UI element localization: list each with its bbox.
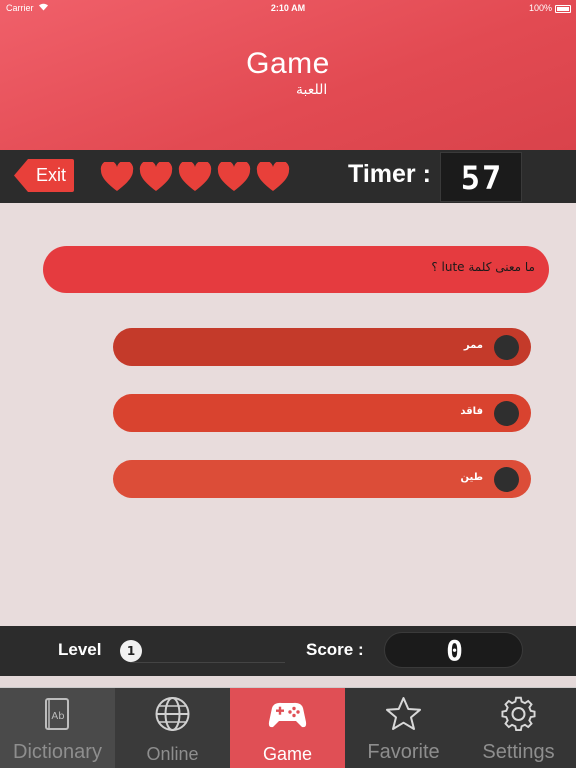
tab-label: Settings [482, 741, 555, 763]
gear-icon [501, 696, 536, 732]
tab-label: Favorite [367, 741, 440, 763]
answer-option[interactable]: طين [113, 460, 531, 498]
answer-label: فاقد [460, 406, 483, 417]
exit-button-label: Exit [36, 165, 67, 185]
answer-option[interactable]: ممر [113, 328, 531, 366]
heart-icon [217, 162, 251, 191]
score-value: 0 [446, 634, 463, 667]
tab-online[interactable]: Online [115, 688, 230, 768]
svg-text:Ab: Ab [51, 711, 64, 722]
answer-option[interactable]: فاقد [113, 394, 531, 432]
divider [0, 676, 576, 688]
page-title: Game [246, 47, 330, 80]
question-text: ما معنى كلمة lute ؟ [431, 260, 535, 274]
exit-button[interactable]: Exit [14, 159, 74, 192]
tab-dictionary[interactable]: Ab Dictionary [0, 688, 115, 768]
status-time: 2:10 AM [270, 3, 306, 13]
tab-label: Online [146, 744, 199, 764]
timer-display: 57 [440, 152, 522, 202]
page-subtitle: اللعبة [296, 82, 328, 98]
score-display: 0 [384, 632, 523, 668]
tab-bar: Ab Dictionary Online Game Favorite Setti… [0, 688, 576, 768]
question-bubble: ما معنى كلمة lute ؟ [43, 246, 549, 293]
level-label: Level [58, 640, 102, 659]
tab-settings[interactable]: Settings [461, 688, 576, 768]
tab-label: Game [262, 744, 313, 764]
globe-icon [155, 697, 190, 731]
score-label: Score : [306, 640, 364, 659]
battery-percent: 100% [528, 3, 552, 13]
answer-label: طين [460, 472, 484, 483]
level-progress-track [130, 651, 285, 663]
heart-icon [100, 162, 134, 191]
tab-label: Dictionary [13, 741, 102, 763]
heart-icon [178, 162, 212, 191]
header: Game اللعبة [0, 0, 576, 150]
radio-dot-icon [494, 335, 519, 360]
timer-value: 57 [460, 159, 504, 197]
level-badge: 1 [120, 640, 142, 662]
tab-favorite[interactable]: Favorite [346, 688, 461, 768]
dictionary-icon: Ab [45, 698, 69, 730]
heart-icon [256, 162, 290, 191]
gamepad-icon [268, 702, 307, 728]
radio-dot-icon [494, 401, 519, 426]
radio-dot-icon [494, 467, 519, 492]
timer-label: Timer : [348, 160, 431, 188]
battery-icon [555, 5, 571, 13]
status-bar: Carrier 2:10 AM 100% [0, 0, 576, 17]
star-icon [386, 697, 421, 730]
tab-game[interactable]: Game [230, 688, 345, 768]
answer-label: ممر [463, 340, 483, 351]
heart-icon [139, 162, 173, 191]
